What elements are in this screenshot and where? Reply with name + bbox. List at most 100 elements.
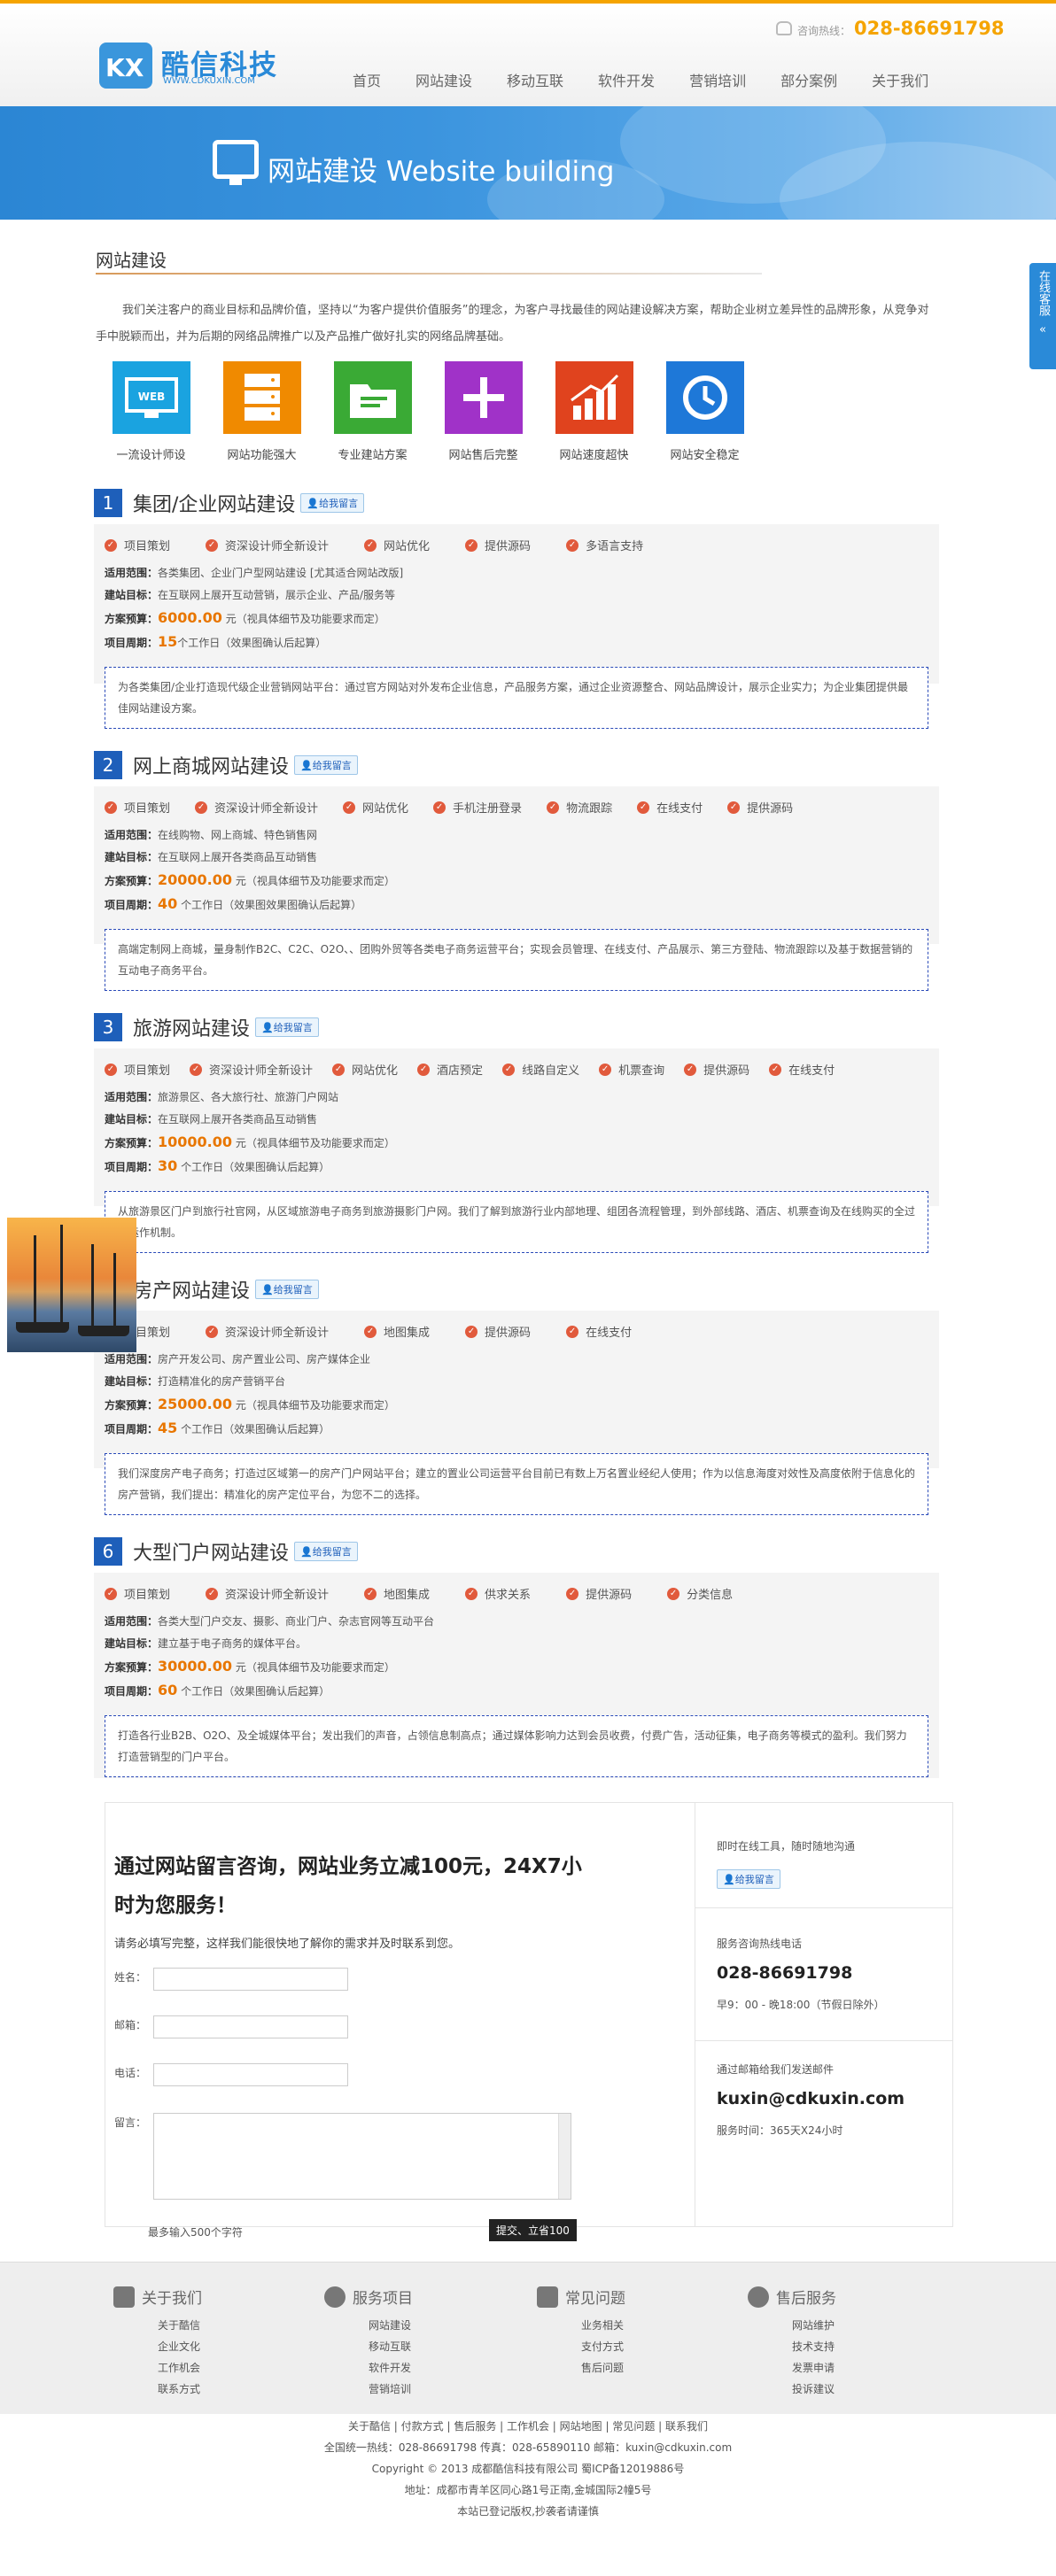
- footer-heading: 售后服务: [748, 2286, 907, 2308]
- email-service-label: 通过邮箱给我们发送邮件: [717, 2063, 835, 2076]
- check-icon: ✓: [190, 1063, 203, 1076]
- footer-link[interactable]: 联系方式: [158, 2379, 273, 2400]
- feature-label: 网站售后完整: [448, 449, 518, 462]
- nav-website-building[interactable]: 网站建设: [415, 69, 472, 90]
- nav-marketing[interactable]: 营销培训: [689, 69, 746, 90]
- online-service-tab[interactable]: 在线客服 «: [1029, 263, 1056, 369]
- footer-column: 服务项目 网站建设 移动互联 软件开发 营销培训: [324, 2286, 484, 2400]
- message-label: 留言：: [114, 2116, 147, 2129]
- feature-label: 一流设计师设: [116, 449, 186, 462]
- period-row: 项目周期：40 个工作日（效果图效果图确认后起算）: [105, 895, 362, 912]
- tag-item: ✓ 在线支付: [566, 1323, 632, 1340]
- email-input[interactable]: [153, 2015, 348, 2038]
- bottom-info: 关于酷信 | 付款方式 | 售后服务 | 工作机会 | 网站地图 | 常见问题 …: [0, 2416, 1056, 2522]
- check-icon: ✓: [206, 1587, 219, 1600]
- check-icon: ✓: [465, 538, 478, 552]
- leave-message-button[interactable]: 👤给我留言: [294, 1542, 358, 1561]
- check-icon: ✓: [417, 1063, 431, 1076]
- footer-link[interactable]: 关于酷信: [158, 2315, 273, 2336]
- section-name: 网上商城网站建设: [133, 756, 290, 778]
- feature-item: 网站售后完整: [428, 361, 539, 462]
- banner-title: 网站建设 Website building: [268, 156, 615, 188]
- svg-text:WEB: WEB: [137, 391, 165, 403]
- footer-link[interactable]: 技术支持: [792, 2336, 907, 2357]
- footer-link[interactable]: 投诉建议: [792, 2379, 907, 2400]
- footer-link[interactable]: 工作机会: [158, 2357, 273, 2379]
- leave-message-button[interactable]: 👤给我留言: [255, 1280, 319, 1299]
- intro-paragraph: 我们关注客户的商业目标和品牌价值，坚持以“为客户提供价值服务”的理念，为客户寻找…: [96, 304, 929, 344]
- submit-button[interactable]: 提交、立省100: [489, 2219, 577, 2241]
- footer-link[interactable]: 业务相关: [581, 2315, 696, 2336]
- main-nav: 首页 网站建设 移动互联 软件开发 营销培训 部分案例 关于我们: [353, 69, 963, 90]
- footer-link[interactable]: 移动互联: [369, 2336, 484, 2357]
- footer-links: 网站维护 技术支持 发票申请 投诉建议: [792, 2315, 907, 2400]
- nav-about[interactable]: 关于我们: [872, 69, 928, 90]
- char-limit-note: 最多输入500个字符: [148, 2226, 243, 2239]
- period-row: 项目周期：45 个工作日（效果图确认后起算）: [105, 1420, 330, 1436]
- section-description: 为各类集团/企业打造现代级企业营销网站平台：通过官方网站对外发布企业信息，产品服…: [105, 667, 928, 729]
- footer-heading: 服务项目: [324, 2286, 484, 2308]
- name-input[interactable]: [153, 1968, 348, 1991]
- svg-text:KX: KX: [105, 53, 144, 82]
- budget-row: 方案预算：20000.00 元（视具体细节及功能要求而定）: [105, 871, 395, 888]
- check-icon: ✓: [547, 801, 560, 814]
- leave-message-button[interactable]: 👤给我留言: [255, 1017, 319, 1037]
- heading-divider: [96, 273, 762, 275]
- footer-link[interactable]: 软件开发: [369, 2357, 484, 2379]
- footer-links: 关于酷信 企业文化 工作机会 联系方式: [158, 2315, 273, 2400]
- logo-icon[interactable]: KX: [99, 43, 152, 89]
- user-icon: 👤: [261, 1022, 274, 1033]
- scope-row: 适用范围：旅游景区、各大旅行社、旅游门户网站: [105, 1091, 339, 1103]
- check-icon: ✓: [566, 1587, 579, 1600]
- phone-input[interactable]: [153, 2063, 348, 2086]
- check-icon: ✓: [599, 1063, 612, 1076]
- section-description: 从旅游景区门户到旅行社官网，从区域旅游电子商务到旅游摄影门户网。我们了解到旅游行…: [105, 1191, 928, 1253]
- user-icon: 👤: [300, 1546, 313, 1558]
- nav-software[interactable]: 软件开发: [598, 69, 655, 90]
- address: 地址：成都市青羊区同心路1号正南,金城国际2幢5号: [404, 2484, 652, 2496]
- web-icon: WEB: [112, 361, 190, 434]
- footer-link[interactable]: 企业文化: [158, 2336, 273, 2357]
- tag-item: ✓项目策划: [105, 537, 170, 553]
- footer-link[interactable]: 网站维护: [792, 2315, 907, 2336]
- footer-column: 售后服务 网站维护 技术支持 发票申请 投诉建议: [748, 2286, 907, 2400]
- form-left: 通过网站留言咨询，网站业务立减100元，24X7小时为您服务！ 请务必填写完整，…: [114, 1847, 593, 1951]
- check-icon: ✓: [566, 538, 579, 552]
- nav-home[interactable]: 首页: [353, 69, 381, 90]
- plus-icon: [444, 361, 523, 434]
- footer-link[interactable]: 支付方式: [581, 2336, 696, 2357]
- email-row: 邮箱：: [114, 2015, 348, 2038]
- monitor-icon: [213, 140, 259, 185]
- footer-link[interactable]: 营销培训: [369, 2379, 484, 2400]
- contact-message-button[interactable]: 👤给我留言: [717, 1869, 780, 1889]
- nav-mobile[interactable]: 移动互联: [507, 69, 563, 90]
- phone-block: 服务咨询热线电话 028-86691798 早9：00 - 晚18:00（节假日…: [717, 1936, 947, 2012]
- tag-item: ✓ 资深设计师全新设计: [190, 1061, 313, 1078]
- check-icon: ✓: [667, 1587, 680, 1600]
- user-icon: 👤: [307, 498, 320, 509]
- tag-item: ✓ 资深设计师全新设计: [206, 1323, 329, 1340]
- leave-message-button[interactable]: 👤给我留言: [300, 493, 365, 513]
- nav-cases[interactable]: 部分案例: [780, 69, 837, 90]
- bottom-links[interactable]: 关于酷信 | 付款方式 | 售后服务 | 工作机会 | 网站地图 | 常见问题 …: [0, 2416, 1056, 2437]
- textarea-scrollbar[interactable]: [558, 2114, 571, 2199]
- footer-link[interactable]: 网站建设: [369, 2315, 484, 2336]
- section-name: 旅游网站建设: [133, 1018, 251, 1040]
- message-textarea[interactable]: [153, 2113, 571, 2200]
- section-title: 2 网上商城网站建设 👤给我留言: [94, 751, 358, 779]
- check-icon: ✓: [364, 1587, 377, 1600]
- divider: [695, 2040, 952, 2041]
- contact-email[interactable]: kuxin@cdkuxin.com: [717, 2089, 947, 2108]
- notice: 本站已登记版权,抄袭者请谨慎: [457, 2505, 599, 2518]
- leave-message-button[interactable]: 👤给我留言: [294, 755, 358, 775]
- site-header: KX 酷信科技 WWW.CDKUXIN.COM 咨询热线： 028-866917…: [0, 4, 1056, 106]
- user-icon: 👤: [300, 760, 313, 771]
- section-box: ✓ 项目策划 ✓ 资深设计师全新设计 ✓ 网站优化 ✓ 手机注册登录 ✓ 物流跟踪 ✓ 在线…: [94, 786, 939, 991]
- footer-link[interactable]: 售后问题: [581, 2357, 696, 2379]
- tag-item: ✓ 资深设计师全新设计: [206, 537, 329, 553]
- server-icon: [222, 361, 301, 434]
- logo-subtext: WWW.CDKUXIN.COM: [163, 76, 255, 86]
- tag-item: ✓ 分类信息: [667, 1585, 733, 1602]
- footer-link[interactable]: 发票申请: [792, 2357, 907, 2379]
- section-name: 集团/企业网站建设: [133, 494, 296, 516]
